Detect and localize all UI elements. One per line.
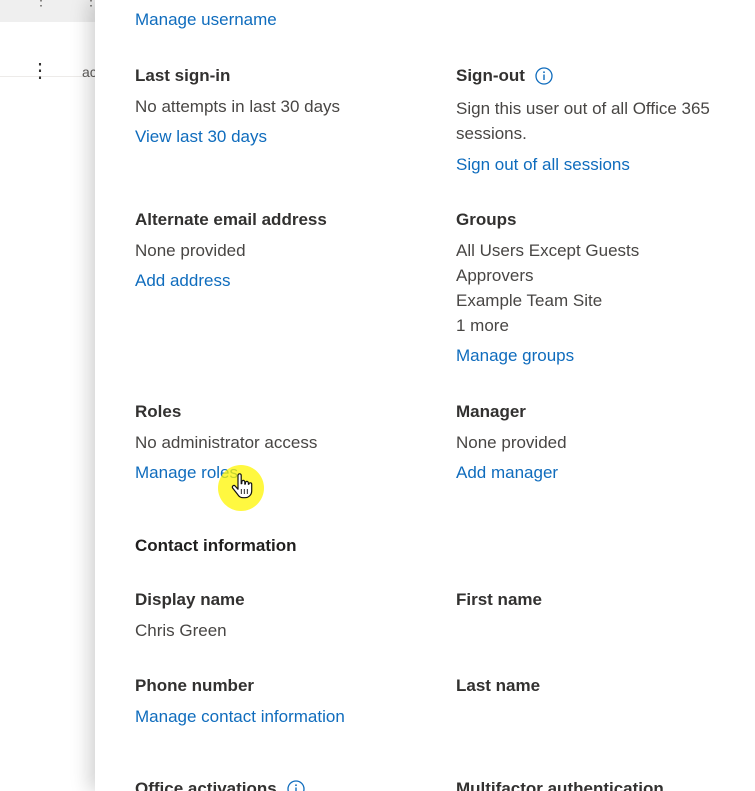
- roles-label: Roles: [135, 402, 182, 421]
- info-icon[interactable]: [535, 67, 553, 85]
- info-icon[interactable]: [287, 780, 305, 791]
- background-top-glyph: ⋮: [34, 0, 48, 8]
- mfa-label: Multifactor authentication: [456, 779, 664, 791]
- contact-information-heading: Contact information: [135, 536, 297, 555]
- view-last-30-days-link[interactable]: View last 30 days: [135, 124, 267, 149]
- manage-groups-link[interactable]: Manage groups: [456, 343, 574, 368]
- manager-value: None provided: [456, 433, 567, 452]
- groups-label: Groups: [456, 210, 517, 229]
- background-top-strip: ⋮ ⋮: [0, 0, 98, 22]
- add-address-link[interactable]: Add address: [135, 268, 230, 293]
- hand-pointer-icon: [231, 473, 253, 499]
- group-item: Example Team Site: [456, 291, 603, 310]
- group-more-count: 1 more: [456, 316, 509, 335]
- last-name-label: Last name: [456, 676, 541, 695]
- signout-description-line1: Sign this user out of all Office 365: [456, 99, 710, 118]
- alternate-email-value: None provided: [135, 241, 246, 260]
- manager-label: Manager: [456, 402, 526, 421]
- background-user-list: ⋮ ⋮ ⋮ ac: [0, 0, 98, 791]
- roles-value: No administrator access: [135, 433, 318, 452]
- group-item: All Users Except Guests: [456, 241, 640, 260]
- group-item: Approvers: [456, 266, 534, 285]
- office-activations-label-row: Office activations: [135, 778, 305, 791]
- signout-description-line2: sessions.: [456, 124, 527, 143]
- display-name-label: Display name: [135, 590, 245, 609]
- display-name-value: Chris Green: [135, 621, 227, 640]
- user-details-panel: Manage username Last sign-in No attempts…: [95, 0, 755, 791]
- background-list-row[interactable]: ⋮ ac: [0, 22, 97, 81]
- signout-label: Sign-out: [456, 66, 525, 85]
- more-vertical-icon[interactable]: ⋮: [30, 61, 50, 81]
- manage-username-link[interactable]: Manage username: [135, 7, 277, 32]
- first-name-label: First name: [456, 590, 542, 609]
- signout-label-row: Sign-out: [456, 65, 553, 87]
- last-signin-value: No attempts in last 30 days: [135, 97, 341, 116]
- alternate-email-label: Alternate email address: [135, 210, 327, 229]
- phone-number-label: Phone number: [135, 676, 255, 695]
- office-activations-label: Office activations: [135, 779, 277, 791]
- add-manager-link[interactable]: Add manager: [456, 460, 558, 485]
- manage-contact-information-link[interactable]: Manage contact information: [135, 704, 345, 729]
- last-signin-label: Last sign-in: [135, 66, 231, 85]
- sign-out-all-sessions-link[interactable]: Sign out of all sessions: [456, 152, 630, 177]
